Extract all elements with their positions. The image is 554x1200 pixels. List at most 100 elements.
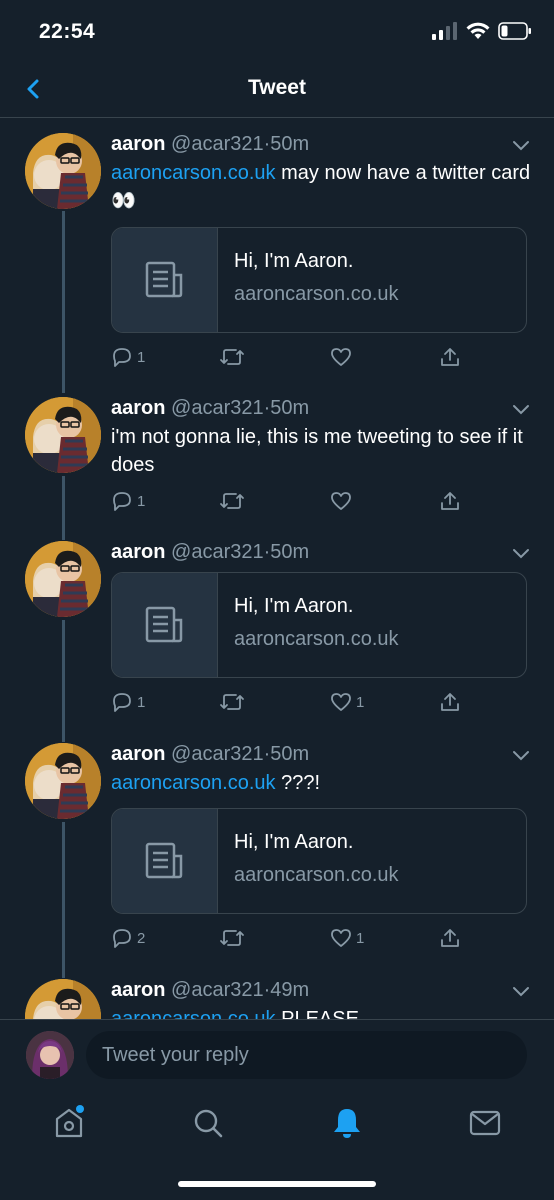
like-count: 1: [356, 693, 365, 711]
link-card[interactable]: Hi, I'm Aaron. aaroncarson.co.uk: [111, 227, 527, 333]
reply-bar: Tweet your reply: [0, 1019, 554, 1089]
link-card[interactable]: Hi, I'm Aaron. aaroncarson.co.uk: [111, 808, 527, 914]
like-button[interactable]: [330, 490, 352, 512]
reply-input[interactable]: Tweet your reply: [86, 1031, 527, 1079]
reply-icon: [113, 492, 131, 511]
retweet-button[interactable]: [219, 490, 245, 512]
avatar[interactable]: [25, 979, 101, 1019]
thread-timeline[interactable]: aaron @acar321·50m aaroncarson.co.uk may…: [0, 119, 554, 1019]
display-name[interactable]: aaron: [111, 397, 165, 419]
tweet[interactable]: aaron @acar321·50m Hi, I'm Aaron. aaronc…: [0, 541, 554, 721]
reply-button[interactable]: 1: [111, 490, 145, 512]
heart-icon: [331, 693, 351, 711]
display-name[interactable]: aaron: [111, 979, 165, 1001]
tweet-body: PLEASE: [275, 1008, 359, 1019]
bell-icon: [334, 1109, 360, 1138]
tweet-menu-button[interactable]: [512, 749, 530, 761]
share-icon: [441, 348, 459, 366]
tweet-link[interactable]: aaroncarson.co.uk: [111, 162, 276, 184]
tab-messages[interactable]: [467, 1105, 503, 1141]
tweet-menu-button[interactable]: [512, 139, 530, 151]
timestamp: 50m: [270, 133, 310, 155]
retweet-icon: [220, 694, 244, 710]
timestamp: 50m: [270, 743, 310, 765]
reply-button[interactable]: 1: [111, 346, 145, 368]
display-name[interactable]: aaron: [111, 743, 165, 765]
share-button[interactable]: [439, 927, 461, 949]
share-icon: [441, 492, 459, 510]
avatar[interactable]: [25, 397, 101, 473]
tweet-text: aaroncarson.co.uk may now have a twitter…: [111, 159, 531, 215]
heart-icon: [331, 929, 351, 947]
avatar[interactable]: [25, 541, 101, 617]
tweet-body: i'm not gonna lie, this is me tweeting t…: [111, 426, 523, 476]
like-button[interactable]: 1: [330, 927, 364, 949]
tweet-header: aaron @acar321·50m: [111, 397, 309, 420]
search-icon: [194, 1109, 223, 1138]
avatar[interactable]: [25, 133, 101, 209]
username[interactable]: @acar321: [171, 743, 264, 765]
reply-count: 1: [137, 693, 146, 711]
avatar[interactable]: [25, 743, 101, 819]
link-card[interactable]: Hi, I'm Aaron. aaroncarson.co.uk: [111, 572, 527, 678]
avatar-photo: [25, 979, 101, 1019]
home-indicator[interactable]: [178, 1181, 376, 1187]
heart-icon: [331, 348, 351, 366]
share-button[interactable]: [439, 490, 461, 512]
tab-notifications[interactable]: [329, 1105, 365, 1141]
reply-button[interactable]: 2: [111, 927, 145, 949]
tweet-menu-button[interactable]: [512, 403, 530, 415]
display-name[interactable]: aaron: [111, 541, 165, 563]
tweet-link[interactable]: aaroncarson.co.uk: [111, 772, 276, 794]
reply-button[interactable]: 1: [111, 691, 145, 713]
chevron-down-icon: [513, 751, 529, 761]
like-button[interactable]: [330, 346, 352, 368]
current-user-avatar[interactable]: [26, 1031, 74, 1079]
share-button[interactable]: [439, 691, 461, 713]
home-icon: [55, 1105, 84, 1138]
username[interactable]: @acar321: [171, 133, 264, 155]
share-button[interactable]: [439, 346, 461, 368]
retweet-button[interactable]: [219, 927, 245, 949]
battery-icon: [498, 22, 531, 40]
retweet-button[interactable]: [219, 346, 245, 368]
username[interactable]: @acar321: [171, 397, 264, 419]
timestamp: 49m: [270, 979, 310, 1001]
status-time: 22:54: [39, 20, 96, 43]
tweet[interactable]: aaron @acar321·50m aaroncarson.co.uk may…: [0, 133, 554, 373]
reply-icon: [113, 348, 131, 367]
retweet-icon: [220, 930, 244, 946]
card-title: Hi, I'm Aaron.: [234, 250, 354, 272]
retweet-icon: [220, 493, 244, 509]
tweet-header: aaron @acar321·49m: [111, 979, 309, 1002]
username[interactable]: @acar321: [171, 979, 264, 1001]
retweet-icon: [220, 349, 244, 365]
retweet-button[interactable]: [219, 691, 245, 713]
reply-count: 1: [137, 492, 146, 510]
tweet-text: aaroncarson.co.uk PLEASE: [111, 1005, 531, 1019]
tweet-link[interactable]: aaroncarson.co.uk: [111, 1008, 276, 1019]
username[interactable]: @acar321: [171, 541, 264, 563]
status-icons: [432, 22, 532, 40]
avatar-photo: [25, 397, 101, 473]
tweet-menu-button[interactable]: [512, 547, 530, 559]
document-icon: [145, 842, 182, 879]
avatar-photo: [25, 541, 101, 617]
tab-search[interactable]: [190, 1105, 226, 1141]
chevron-down-icon: [513, 141, 529, 151]
tweet-actions: 1: [111, 346, 531, 372]
tweet-actions: 2 1: [111, 927, 531, 953]
avatar-photo: [26, 1031, 74, 1079]
display-name[interactable]: aaron: [111, 133, 165, 155]
nav-bar: Tweet: [0, 66, 554, 118]
tweet[interactable]: aaron @acar321·50m i'm not gonna lie, th…: [0, 397, 554, 517]
tab-home[interactable]: [51, 1105, 87, 1141]
tweet-header: aaron @acar321·50m: [111, 541, 309, 564]
tweet[interactable]: aaron @acar321·50m aaroncarson.co.uk ???…: [0, 743, 554, 959]
like-button[interactable]: 1: [330, 691, 364, 713]
tweet-body: ???!: [275, 772, 321, 794]
tweet-menu-button[interactable]: [512, 985, 530, 997]
avatar-photo: [25, 743, 101, 819]
tweet-actions: 1: [111, 490, 531, 516]
tweet[interactable]: aaron @acar321·49m aaroncarson.co.uk PLE…: [0, 979, 554, 1019]
